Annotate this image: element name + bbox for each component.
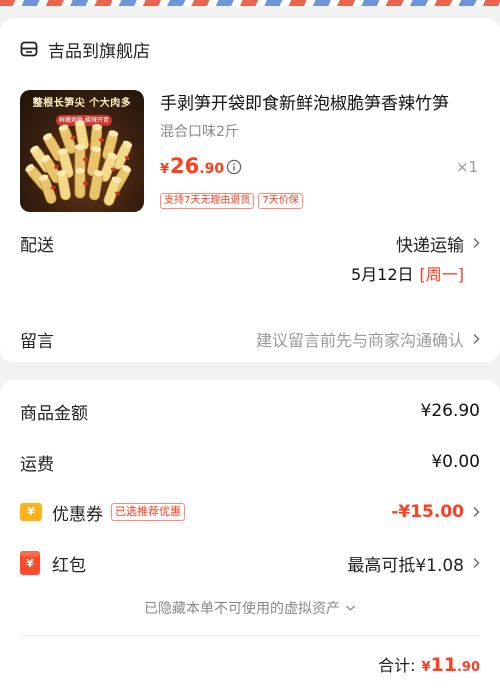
subtotal-label: 商品金额 <box>20 403 88 424</box>
delivery-row[interactable]: 配送 快递运输 <box>20 230 480 256</box>
divider <box>20 635 480 636</box>
shop-header[interactable]: 吉品到旗舰店 <box>20 38 150 62</box>
memo-placeholder: 建议留言前先与商家沟通确认 <box>255 331 464 350</box>
tag-price-protection: 7天价保 <box>258 193 303 209</box>
service-tags: 支持7天无理由退货 7天价保 <box>160 193 303 209</box>
hidden-assets-toggle[interactable]: 已隐藏本单不可使用的虚拟资产 <box>0 598 500 618</box>
bamboo-shoots-illustration <box>25 120 133 206</box>
red-packet-icon-text: ¥ <box>26 557 34 570</box>
total-currency: ¥ <box>421 660 431 675</box>
coupon-row[interactable]: ¥ 优惠券 已选推荐优惠 -¥15.00 <box>20 499 480 525</box>
memo-label: 留言 <box>20 331 54 352</box>
price-currency: ¥ <box>160 162 170 177</box>
shop-name: 吉品到旗舰店 <box>48 41 150 62</box>
coupon-value: -¥15.00 <box>391 502 464 522</box>
delivery-weekday: [周一] <box>419 265 465 284</box>
price-info-icon[interactable] <box>226 159 242 175</box>
memo-row[interactable]: 留言 建议留言前先与商家沟通确认 <box>20 326 480 352</box>
envelope-stripe <box>0 0 500 6</box>
coupon-recommended-tag: 已选推荐优惠 <box>111 503 185 521</box>
price-decimal: .90 <box>199 161 225 177</box>
order-item-card: 吉品到旗舰店 整根长笋尖 个大肉多 鲜嫩爽脆 酸辣开胃 手剥笋开袋即食新鲜泡椒脆… <box>0 18 500 362</box>
shipping-fee-value: ¥0.00 <box>431 452 480 472</box>
hidden-assets-text: 已隐藏本单不可使用的虚拟资产 <box>144 601 340 617</box>
product-price: ¥ 26 .90 <box>160 154 224 184</box>
delivery-date-value: 5月12日 <box>350 265 414 284</box>
red-packet-value: 最高可抵¥1.08 <box>347 555 464 576</box>
product-variant[interactable]: 混合口味2斤 <box>160 122 239 142</box>
price-summary-card <box>0 380 500 698</box>
delivery-method: 快递运输 <box>396 235 464 256</box>
shipping-fee-label: 运费 <box>20 454 54 475</box>
price-integer: 26 <box>170 154 200 178</box>
store-icon <box>20 41 38 57</box>
chevron-right-icon <box>473 558 480 568</box>
red-packet-icon: ¥ <box>20 551 40 575</box>
subtotal-value: ¥26.90 <box>420 401 480 421</box>
total-integer: 11 <box>430 654 457 676</box>
product-quantity: ×1 <box>455 158 478 176</box>
order-total: 合计: ¥ 11 .90 <box>378 652 480 680</box>
coupon-icon: ¥ <box>20 503 42 521</box>
coupon-label: 优惠券 <box>52 504 103 525</box>
red-packet-row[interactable]: ¥ 红包 最高可抵¥1.08 <box>20 550 480 576</box>
delivery-date: 5月12日 [周一] <box>351 261 464 285</box>
product-title[interactable]: 手剥笋开袋即食新鲜泡椒脆笋香辣竹笋 <box>160 92 480 116</box>
tag-return-policy: 支持7天无理由退货 <box>160 193 255 209</box>
shipping-fee-row: 运费 ¥0.00 <box>20 449 480 475</box>
delivery-label: 配送 <box>20 235 54 256</box>
subtotal-row: 商品金额 ¥26.90 <box>20 398 480 424</box>
total-decimal: .90 <box>456 660 480 675</box>
red-packet-label: 红包 <box>52 555 86 576</box>
product-thumbnail[interactable]: 整根长笋尖 个大肉多 鲜嫩爽脆 酸辣开胃 <box>20 90 144 212</box>
chevron-down-icon <box>346 605 355 611</box>
chevron-right-icon <box>473 334 480 344</box>
chevron-right-icon <box>473 238 480 248</box>
chevron-right-icon <box>473 507 480 517</box>
total-label: 合计: <box>378 656 416 675</box>
